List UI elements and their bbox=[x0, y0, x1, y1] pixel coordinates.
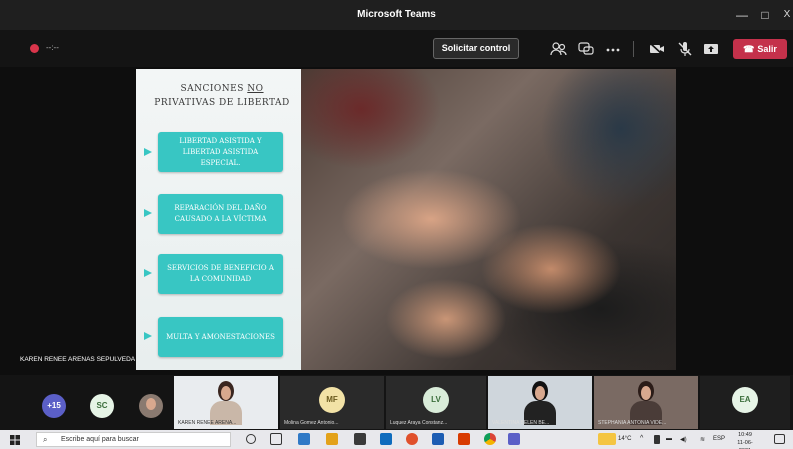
sanction-card: REPARACIÓN DEL DAÑO CAUSADO A LA VÍCTIMA bbox=[158, 194, 283, 234]
request-control-button[interactable]: Solicitar control bbox=[433, 38, 519, 59]
clock-date: 11-06-2021 bbox=[737, 440, 753, 449]
participant-video bbox=[524, 381, 556, 425]
participant-name: Luquez Araya Constanz... bbox=[390, 420, 448, 426]
overflow-participants-badge[interactable]: +15 bbox=[42, 394, 66, 418]
participant-video bbox=[630, 381, 662, 425]
slide-title-part: SANCIONES bbox=[180, 84, 248, 94]
participants-icon[interactable] bbox=[550, 40, 568, 58]
mic-icon[interactable] bbox=[676, 40, 694, 58]
search-placeholder: Escribe aquí para buscar bbox=[61, 436, 139, 443]
wifi-icon[interactable]: ≋ bbox=[700, 436, 705, 443]
windows-taskbar: ⌕ Escribe aquí para buscar 14°C ^ ▬ ◀) ≋… bbox=[0, 430, 793, 449]
participant-video-tile[interactable]: KAREN RENEE ARENA... bbox=[174, 376, 278, 429]
arrow-icon bbox=[144, 209, 152, 217]
minimize-button[interactable]: — bbox=[734, 7, 750, 23]
leave-label: Salir bbox=[757, 44, 777, 54]
participants-strip: +15 SC KAREN RENEE ARENA... MF Molina Go… bbox=[0, 375, 793, 430]
participant-tile[interactable]: EA bbox=[700, 376, 790, 429]
participant-video-tile[interactable]: VALENTINA BELEN BE... bbox=[488, 376, 592, 429]
phone-hangup-icon: ☎ bbox=[743, 44, 755, 54]
office-icon[interactable] bbox=[458, 433, 470, 445]
participant-avatar: EA bbox=[732, 387, 758, 413]
windows-start-icon[interactable] bbox=[10, 435, 20, 445]
slide-title: SANCIONES NO PRIVATIVAS DE LIBERTAD bbox=[152, 82, 292, 110]
search-icon: ⌕ bbox=[43, 435, 48, 444]
maximize-button[interactable]: □ bbox=[757, 7, 773, 23]
participant-name: VALENTINA BELEN BE... bbox=[492, 420, 550, 426]
window-title: Microsoft Teams bbox=[357, 9, 436, 20]
participant-avatar: LV bbox=[423, 387, 449, 413]
participant-name: STEPHANIA ANTONIA VIDE... bbox=[598, 420, 667, 426]
presenter-name: KAREN RENEE ARENAS SEPULVEDA bbox=[20, 356, 136, 363]
arrow-icon bbox=[144, 269, 152, 277]
dropbox-icon[interactable] bbox=[432, 433, 444, 445]
title-bar: Microsoft Teams — □ X bbox=[0, 0, 793, 30]
participant-tile[interactable]: MF Molina Gomez Antonio... bbox=[280, 376, 384, 429]
clock-time: 10:49 bbox=[738, 432, 752, 438]
participant-name: Molina Gomez Antonio... bbox=[284, 420, 339, 426]
participant-video bbox=[210, 381, 242, 425]
presentation-slide: SANCIONES NO PRIVATIVAS DE LIBERTAD LIBE… bbox=[136, 69, 676, 370]
sanction-card: MULTA Y AMONESTACIONES bbox=[158, 317, 283, 357]
more-icon[interactable] bbox=[604, 40, 622, 58]
teamwork-hands-photo bbox=[301, 69, 676, 370]
file-explorer-icon[interactable] bbox=[326, 433, 338, 445]
arrow-icon bbox=[144, 332, 152, 340]
participant-tile[interactable]: LV Luquez Araya Constanz... bbox=[386, 376, 486, 429]
close-button[interactable]: X bbox=[779, 7, 793, 23]
network-icon[interactable]: ▬ bbox=[666, 436, 672, 442]
participant-video-tile[interactable]: STEPHANIA ANTONIA VIDE... bbox=[594, 376, 698, 429]
meeting-timer: --:-- bbox=[46, 43, 59, 52]
shared-content-stage: SANCIONES NO PRIVATIVAS DE LIBERTAD LIBE… bbox=[0, 67, 793, 375]
tray-chevron-icon[interactable]: ^ bbox=[640, 435, 643, 442]
slide-text-panel: SANCIONES NO PRIVATIVAS DE LIBERTAD LIBE… bbox=[136, 69, 301, 370]
toolbar-divider bbox=[633, 41, 634, 57]
chat-icon[interactable] bbox=[577, 40, 595, 58]
notifications-icon[interactable] bbox=[774, 434, 785, 444]
participant-photo-avatar[interactable] bbox=[139, 394, 163, 418]
participant-avatar: MF bbox=[319, 387, 345, 413]
slide-title-line2: PRIVATIVAS DE LIBERTAD bbox=[154, 98, 290, 108]
cortana-icon[interactable] bbox=[246, 434, 256, 444]
participant-name: KAREN RENEE ARENA... bbox=[178, 420, 237, 426]
task-view-icon[interactable] bbox=[270, 433, 282, 445]
teams-window: Microsoft Teams — □ X --:-- Solicitar co… bbox=[0, 0, 793, 449]
firefox-icon[interactable] bbox=[406, 433, 418, 445]
teams-taskbar-icon[interactable] bbox=[508, 433, 520, 445]
taskbar-search-box[interactable]: ⌕ Escribe aquí para buscar bbox=[36, 432, 231, 447]
leave-button[interactable]: ☎ Salir bbox=[733, 39, 787, 59]
volume-icon[interactable]: ◀) bbox=[680, 436, 687, 443]
share-icon[interactable] bbox=[702, 40, 720, 58]
sanction-card: LIBERTAD ASISTIDA Y LIBERTAD ASISTIDA ES… bbox=[158, 132, 283, 172]
temperature-label: 14°C bbox=[618, 436, 632, 442]
sanction-card: SERVICIOS DE BENEFICIO A LA COMUNIDAD bbox=[158, 254, 283, 294]
participant-avatar[interactable]: SC bbox=[90, 394, 114, 418]
meeting-toolbar: --:-- Solicitar control ☎ Salir bbox=[0, 30, 793, 67]
mail-icon[interactable] bbox=[380, 433, 392, 445]
weather-icon[interactable] bbox=[598, 433, 616, 445]
slide-title-underlined: NO bbox=[247, 84, 264, 94]
store-icon[interactable] bbox=[354, 433, 366, 445]
chrome-icon[interactable] bbox=[484, 433, 496, 445]
language-indicator[interactable]: ESP bbox=[713, 436, 725, 442]
arrow-icon bbox=[144, 148, 152, 156]
battery-icon[interactable] bbox=[654, 435, 660, 444]
camera-icon[interactable] bbox=[648, 40, 666, 58]
edge-icon[interactable] bbox=[298, 433, 310, 445]
recording-icon bbox=[30, 44, 39, 53]
taskbar-clock[interactable]: 10:49 11-06-2021 bbox=[733, 431, 757, 449]
